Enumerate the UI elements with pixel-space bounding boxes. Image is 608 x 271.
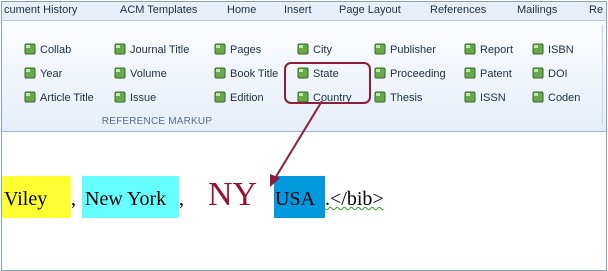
country-markup: USA bbox=[274, 176, 325, 218]
tab-review[interactable]: Re bbox=[589, 4, 603, 16]
separator-text: , bbox=[179, 188, 184, 210]
document-cube-icon bbox=[24, 91, 36, 103]
document-cube-icon bbox=[214, 91, 226, 103]
book-title-button[interactable]: Book Title bbox=[214, 66, 278, 83]
doi-button[interactable]: DOI bbox=[532, 66, 568, 83]
button-label: Collab bbox=[40, 44, 72, 56]
document-cube-icon bbox=[532, 67, 544, 79]
patent-button[interactable]: Patent bbox=[464, 66, 512, 83]
report-button[interactable]: Report bbox=[464, 42, 513, 59]
button-label: Pages bbox=[230, 44, 262, 56]
document-cube-icon bbox=[532, 43, 544, 55]
button-label: Patent bbox=[480, 68, 512, 80]
button-label: DOI bbox=[548, 68, 568, 80]
document-cube-icon bbox=[532, 91, 544, 103]
article-title-button[interactable]: Article Title bbox=[24, 90, 94, 107]
tab-page-layout[interactable]: Page Layout bbox=[339, 4, 401, 16]
edition-button[interactable]: Edition bbox=[214, 90, 264, 107]
tab-insert[interactable]: Insert bbox=[284, 4, 312, 16]
word-window: cument History ACM Templates Home Insert… bbox=[1, 1, 607, 271]
state-highlight-box bbox=[284, 62, 371, 104]
button-label: Year bbox=[40, 68, 63, 80]
tab-document-history[interactable]: cument History bbox=[4, 4, 77, 16]
ribbon-group-label: REFERENCE MARKUP bbox=[101, 116, 213, 127]
tab-references[interactable]: References bbox=[430, 4, 486, 16]
bib-close-tag: .</bib> bbox=[325, 188, 384, 210]
document-cube-icon bbox=[114, 43, 126, 55]
collab-button[interactable]: Collab bbox=[24, 42, 71, 59]
document-cube-icon bbox=[214, 67, 226, 79]
document-cube-icon bbox=[374, 91, 386, 103]
button-label: Journal Title bbox=[130, 44, 190, 56]
journal-title-button[interactable]: Journal Title bbox=[114, 42, 189, 59]
pages-button[interactable]: Pages bbox=[214, 42, 261, 59]
button-label: Thesis bbox=[390, 92, 423, 104]
button-label: ISSN bbox=[480, 92, 506, 104]
isbn-button[interactable]: ISBN bbox=[532, 42, 574, 59]
document-cube-icon bbox=[214, 43, 226, 55]
publisher-button[interactable]: Publisher bbox=[374, 42, 436, 59]
button-label: Publisher bbox=[390, 44, 436, 56]
publisher-markup: Viley bbox=[2, 176, 71, 218]
button-label: Report bbox=[480, 44, 514, 56]
coden-button[interactable]: Coden bbox=[532, 90, 580, 107]
document-cube-icon bbox=[24, 67, 36, 79]
year-button[interactable]: Year bbox=[24, 66, 62, 83]
issue-button[interactable]: Issue bbox=[114, 90, 156, 107]
document-cube-icon bbox=[24, 43, 36, 55]
ribbon-separator bbox=[602, 25, 603, 125]
document-cube-icon bbox=[114, 91, 126, 103]
issn-button[interactable]: ISSN bbox=[464, 90, 506, 107]
state-markup: NY bbox=[208, 176, 258, 213]
document-cube-icon bbox=[464, 43, 476, 55]
button-label: Issue bbox=[130, 92, 157, 104]
document-cube-icon bbox=[464, 91, 476, 103]
document-cube-icon bbox=[114, 67, 126, 79]
button-label: ISBN bbox=[548, 44, 574, 56]
tab-home[interactable]: Home bbox=[227, 4, 256, 16]
button-label: City bbox=[313, 44, 332, 56]
button-label: Book Title bbox=[230, 68, 279, 80]
tab-acm-templates[interactable]: ACM Templates bbox=[120, 4, 197, 16]
button-label: Volume bbox=[130, 68, 167, 80]
document-cube-icon bbox=[374, 67, 386, 79]
button-label: Edition bbox=[230, 92, 264, 104]
button-label: Proceeding bbox=[390, 68, 446, 80]
thesis-button[interactable]: Thesis bbox=[374, 90, 422, 107]
proceeding-button[interactable]: Proceeding bbox=[374, 66, 446, 83]
button-label: Article Title bbox=[40, 92, 94, 104]
ribbon-tab-strip: cument History ACM Templates Home Insert… bbox=[2, 2, 606, 21]
document-body: Viley , New York , NY USA .</bib> bbox=[2, 132, 606, 270]
city-button[interactable]: City bbox=[297, 42, 332, 59]
document-cube-icon bbox=[464, 67, 476, 79]
tab-mailings[interactable]: Mailings bbox=[517, 4, 557, 16]
volume-button[interactable]: Volume bbox=[114, 66, 167, 83]
document-cube-icon bbox=[374, 43, 386, 55]
button-label: Coden bbox=[548, 92, 581, 104]
separator-text: , bbox=[71, 188, 76, 210]
document-cube-icon bbox=[297, 43, 309, 55]
city-markup: New York bbox=[82, 176, 179, 218]
